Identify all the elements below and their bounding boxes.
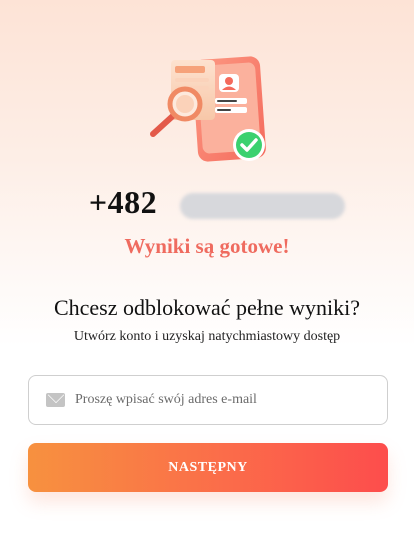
phone-number-redaction (180, 193, 345, 219)
email-field[interactable] (28, 375, 388, 425)
results-ready-status: Wyniki są gotowe! (124, 234, 290, 258)
next-button[interactable]: NASTĘPNY (28, 443, 388, 492)
unlock-subtitle: Utwórz konto i uzyskaj natychmiastowy do… (73, 329, 341, 344)
phone-search-verified-illustration (150, 56, 266, 162)
results-unlock-card: +482 Wyniki są gotowe! Chcesz odblokować… (0, 0, 414, 559)
unlock-title: Chcesz odblokować pełne wyniki? (53, 295, 361, 320)
email-input[interactable] (75, 392, 345, 408)
mail-icon (46, 393, 65, 407)
phone-number-prefix: +482 (88, 184, 158, 220)
